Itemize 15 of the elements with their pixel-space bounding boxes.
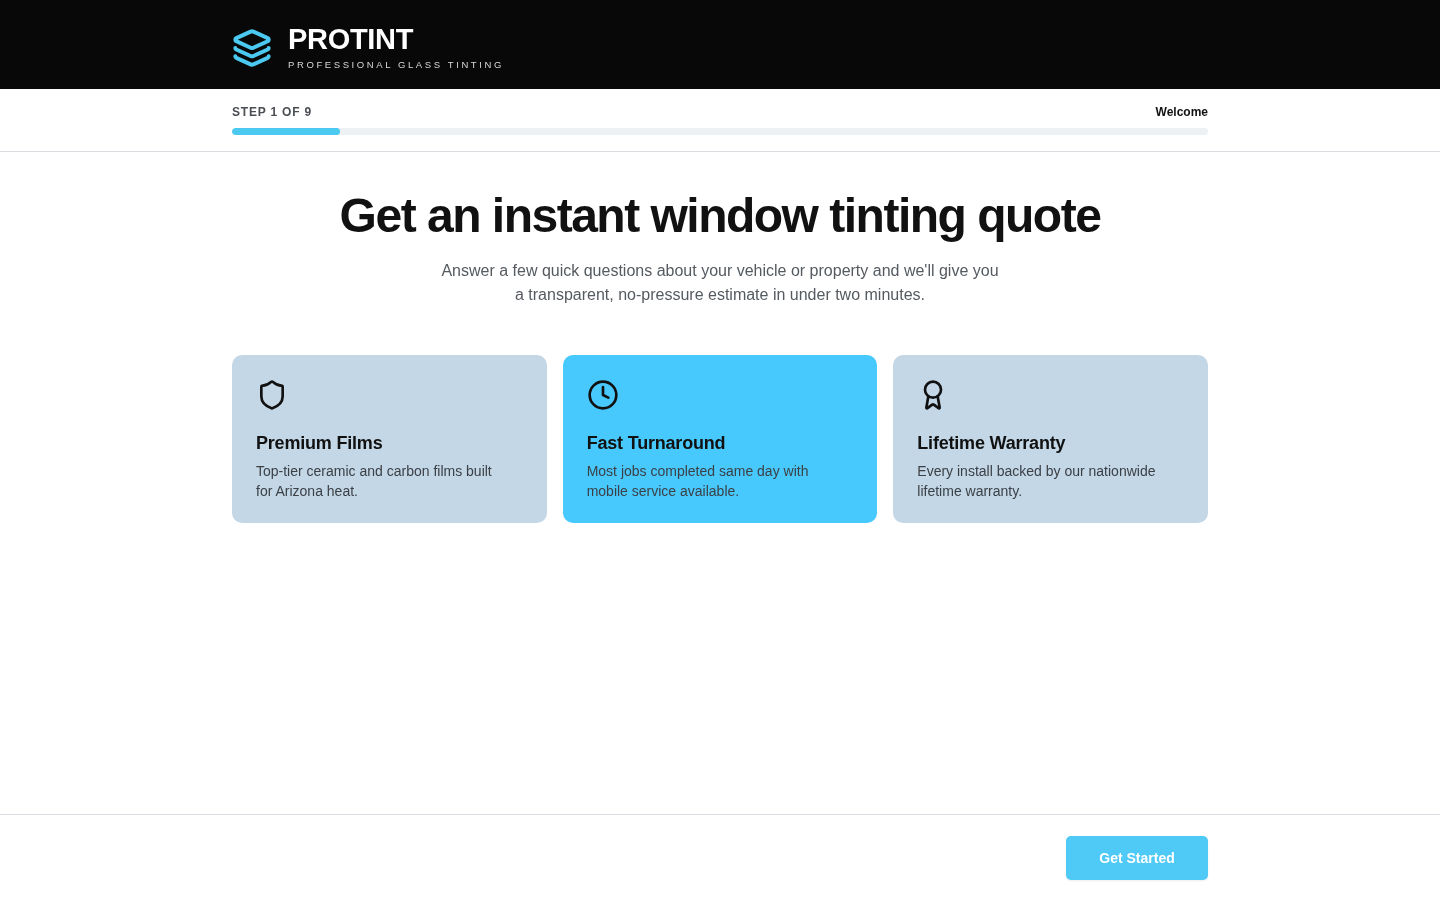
step-name: Welcome: [1155, 105, 1208, 119]
brand-tagline: PROFESSIONAL GLASS TINTING: [288, 58, 504, 71]
intro-text: Answer a few quick questions about your vehicle or property and we'll give you a transparent, no-pressure estimate in under two minutes.: [440, 261, 1000, 305]
clock-icon: [586, 379, 619, 411]
brand-name: PROTINT: [288, 24, 415, 53]
feature-text: Top-tier ceramic and carbon films built for Arizona heat.: [256, 462, 493, 501]
get-started-button[interactable]: Get Started: [1066, 835, 1208, 880]
feature-text: Most jobs completed same day with mobile service available.: [586, 462, 810, 501]
page-heading: Get an instant window tinting quote: [338, 188, 1102, 244]
feature-title: Lifetime Warranty: [917, 432, 1067, 455]
feature-title: Fast Turnaround: [586, 432, 727, 455]
feature-title: Premium Films: [256, 432, 384, 455]
step-counter: STEP 1 OF 9: [232, 105, 312, 119]
stacked-layers-logo-icon: [232, 27, 272, 68]
feature-text: Every install backed by our nationwide lifetime warranty.: [917, 462, 1157, 501]
